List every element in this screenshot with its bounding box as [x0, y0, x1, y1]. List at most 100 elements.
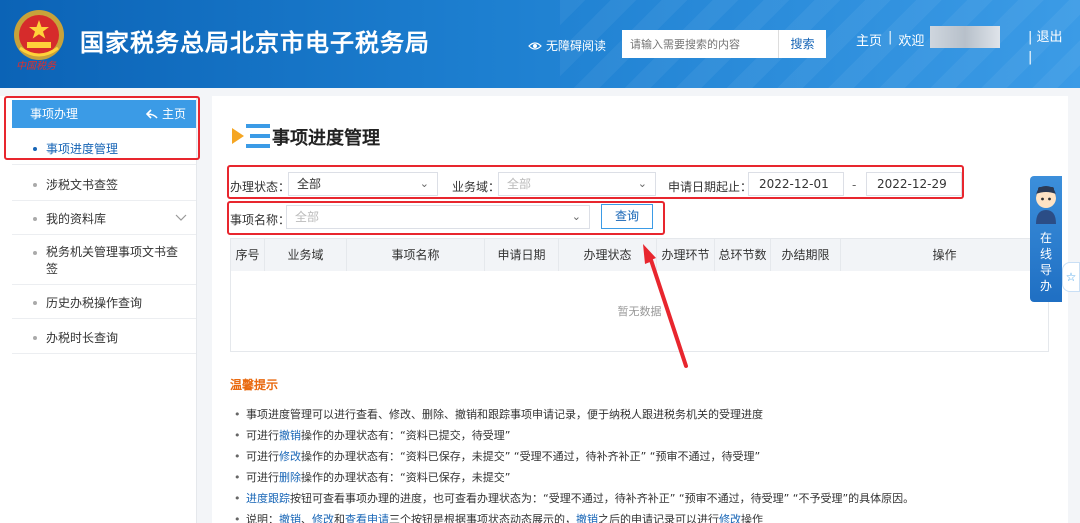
- sidebar-item-label: 事项进度管理: [46, 142, 119, 156]
- query-button[interactable]: 查询: [601, 204, 653, 229]
- main-panel: 事项进度管理 办理状态： 全部 ⌄ 业务域： 全部 ⌄ 申请日期起止： 2022…: [212, 96, 1068, 523]
- online-guide-button[interactable]: 在 线 导 办: [1030, 176, 1062, 302]
- guide-char: 导: [1039, 263, 1052, 277]
- nav-home-link[interactable]: 主页: [856, 30, 882, 49]
- tip-line: • 事项进度管理可以进行查看、修改、删除、撤销和跟踪事项申请记录，便于纳税人跟进税…: [234, 406, 763, 422]
- online-guide-label: 在 线 导 办: [1030, 230, 1062, 294]
- sidebar-divider: [12, 164, 196, 165]
- domain-label: 业务域：: [452, 180, 501, 194]
- bullet-icon: [33, 301, 37, 305]
- eye-icon: [528, 41, 542, 50]
- sidebar-item-tax-documents[interactable]: 涉税文书查签: [0, 176, 197, 193]
- chevron-down-icon: ⌄: [419, 177, 429, 190]
- domain-select-value: 全部: [507, 177, 532, 191]
- bullet-icon: •: [234, 450, 241, 463]
- site-header: 中国税务 国家税务总局北京市电子税务局 无障碍阅读 搜索 主页 | 欢迎 | 退…: [0, 0, 1080, 88]
- list-title-icon: [232, 124, 270, 148]
- sidebar-item-duration[interactable]: 办税时长查询: [0, 329, 197, 346]
- status-label: 办理状态：: [230, 180, 291, 194]
- tip-line: • 可进行修改操作的办理状态有：“资料已保存，未提交” “受理不通过，待补齐补正”…: [234, 448, 760, 464]
- date-range-label: 申请日期起止：: [668, 180, 753, 194]
- emblem-signature: 中国税务: [16, 61, 56, 72]
- bullet-icon: [33, 336, 37, 340]
- nav-welcome: 欢迎: [898, 34, 925, 49]
- sidebar-item-history[interactable]: 历史办税操作查询: [0, 294, 197, 311]
- accessibility-link[interactable]: 无障碍阅读: [528, 37, 606, 54]
- column-header: 序号: [231, 239, 265, 271]
- logout-separator: |: [1028, 30, 1033, 45]
- back-arrow-icon: [145, 109, 158, 119]
- start-date-input[interactable]: 2022-12-01: [748, 172, 844, 196]
- item-name-select-value: 全部: [295, 210, 320, 224]
- tip-link[interactable]: 查看申请: [345, 513, 389, 523]
- search-button[interactable]: 搜索: [778, 30, 826, 58]
- tip-text: 操作的办理状态有：“资料已提交，待受理”: [301, 429, 511, 442]
- status-select[interactable]: 全部 ⌄: [288, 172, 438, 196]
- column-header: 办结期限: [771, 239, 841, 271]
- logout-separator-lower: |: [1028, 50, 1033, 65]
- bullet-icon: [33, 183, 37, 187]
- chevron-down-icon: [175, 214, 187, 221]
- tip-text: 操作的办理状态有：“资料已保存，未提交” “受理不通过，待补齐补正” “预审不通…: [301, 450, 761, 463]
- guide-char: 线: [1039, 247, 1052, 261]
- sidebar-item-label: 我的资料库: [46, 212, 107, 226]
- chevron-down-icon: ⌄: [637, 177, 647, 190]
- tip-text: 操作的办理状态有：“资料已保存，未提交”: [301, 471, 511, 484]
- column-header: 总环节数: [715, 239, 771, 271]
- item-name-select[interactable]: 全部 ⌄: [286, 205, 590, 229]
- sidebar-item-progress[interactable]: 事项进度管理: [0, 140, 197, 157]
- tip-line: • 说明：撤销、修改和查看申请三个按钮是根据事项状态动态展示的，撤销之后的申请记录…: [234, 511, 763, 523]
- tip-text: 按钮可查看事项办理的进度，也可查看办理状态为：“受理不通过，待补齐补正” “预审…: [290, 492, 915, 505]
- bullet-icon: •: [234, 408, 241, 421]
- tip-text: 之后的申请记录可以进行: [598, 513, 719, 523]
- tip-link[interactable]: 撤销: [279, 513, 301, 523]
- sidebar-item-label: 税务机关管理事项文书查签: [46, 245, 179, 276]
- chevron-down-icon: ⌄: [571, 210, 581, 223]
- column-header: 业务域: [265, 239, 347, 271]
- favorite-star-icon[interactable]: ☆: [1062, 262, 1080, 292]
- user-name-redacted: [930, 26, 1001, 48]
- tip-link[interactable]: 删除: [279, 471, 301, 484]
- sidebar: 事项办理 主页 事项进度管理 涉税文书查签 我的资料库 税务机关管理事项文书查签…: [0, 96, 197, 523]
- bullet-icon: •: [234, 429, 241, 442]
- bullet-icon: [33, 147, 37, 151]
- date-range-dash: -: [852, 178, 857, 192]
- accessibility-label: 无障碍阅读: [546, 39, 607, 53]
- tip-link[interactable]: 修改: [719, 513, 741, 523]
- sidebar-item-my-library[interactable]: 我的资料库: [0, 210, 197, 227]
- end-date-input[interactable]: 2022-12-29: [866, 172, 962, 196]
- table-header: 序号 业务域 事项名称 申请日期 办理状态 办理环节 总环节数 办结期限 操作: [231, 239, 1048, 271]
- bullet-icon: •: [234, 492, 241, 505]
- tip-text: 操作: [741, 513, 763, 523]
- guide-char: 办: [1039, 279, 1052, 293]
- results-table: 序号 业务域 事项名称 申请日期 办理状态 办理环节 总环节数 办结期限 操作 …: [230, 238, 1049, 352]
- sidebar-divider: [12, 318, 196, 319]
- top-nav: 主页 | 欢迎: [856, 26, 1001, 49]
- search-input[interactable]: [622, 30, 778, 58]
- tip-text: 事项进度管理可以进行查看、修改、删除、撤销和跟踪事项申请记录，便于纳税人跟进税务…: [246, 408, 763, 421]
- logout-link[interactable]: | 退出 |: [1028, 30, 1063, 66]
- domain-select[interactable]: 全部 ⌄: [498, 172, 656, 196]
- sidebar-item-label: 办税时长查询: [46, 331, 119, 345]
- tip-link[interactable]: 修改: [312, 513, 334, 523]
- bullet-icon: •: [234, 471, 241, 484]
- sidebar-divider: [12, 353, 196, 354]
- tip-line: • 进度跟踪按钮可查看事项办理的进度，也可查看办理状态为：“受理不通过，待补齐补正…: [234, 490, 914, 506]
- tip-text: 说明：: [246, 513, 279, 523]
- column-header: 办理状态: [559, 239, 657, 271]
- tip-link[interactable]: 撤销: [279, 429, 301, 442]
- tip-link[interactable]: 进度跟踪: [246, 492, 290, 505]
- sidebar-header[interactable]: 事项办理 主页: [12, 100, 196, 128]
- tip-text: 和: [334, 513, 345, 523]
- tip-link[interactable]: 撤销: [576, 513, 598, 523]
- bullet-icon: [33, 217, 37, 221]
- site-title: 国家税务总局北京市电子税务局: [80, 29, 430, 57]
- sidebar-item-authority-documents[interactable]: 税务机关管理事项文书查签: [0, 244, 180, 278]
- column-header: 事项名称: [347, 239, 485, 271]
- tip-text: 可进行: [246, 429, 279, 442]
- sidebar-home-link[interactable]: 主页: [145, 100, 186, 128]
- tip-link[interactable]: 修改: [279, 450, 301, 463]
- bullet-icon: •: [234, 513, 241, 523]
- empty-state-text: 暂无数据: [617, 305, 662, 318]
- tip-text: 三个按钮是根据事项状态动态展示的，: [389, 513, 576, 523]
